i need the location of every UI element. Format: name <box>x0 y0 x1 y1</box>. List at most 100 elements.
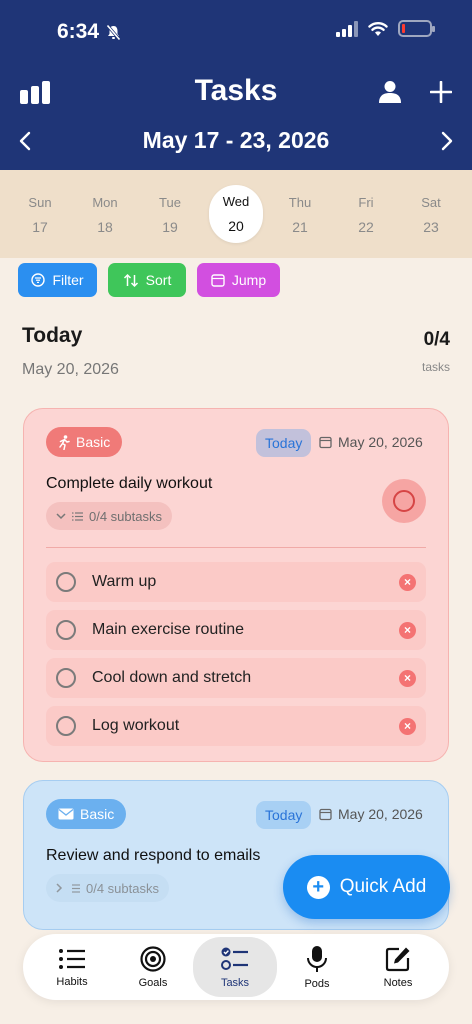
section-title: Today <box>22 324 83 347</box>
person-icon <box>379 81 401 103</box>
calendar-icon <box>319 808 332 820</box>
battery-icon <box>398 20 435 37</box>
tab-label: Pods <box>304 977 330 990</box>
tab-notes[interactable]: Notes <box>356 934 440 1000</box>
day-name: Tue <box>159 195 181 210</box>
subtask-row: Warm up × <box>46 562 426 602</box>
tab-label: Habits <box>56 975 88 988</box>
tab-label: Goals <box>138 976 168 989</box>
task-count-label: tasks <box>421 360 450 374</box>
chevron-right-icon <box>441 131 453 151</box>
today-badge: Today <box>256 429 312 457</box>
day-sat[interactable]: Sat 23 <box>404 186 458 242</box>
calendar-icon <box>319 436 332 448</box>
subtask-row: Cool down and stretch × <box>46 658 426 698</box>
sort-button[interactable]: Sort <box>108 263 186 297</box>
filter-label: Filter <box>52 272 84 288</box>
subtask-checkbox[interactable] <box>56 620 76 640</box>
subtask-label: Warm up <box>92 573 157 590</box>
quick-add-label: Quick Add <box>339 876 427 897</box>
running-person-icon <box>59 434 70 450</box>
status-time: 6:34 <box>57 20 122 44</box>
jump-button[interactable]: Jump <box>197 263 280 297</box>
chevron-down-icon <box>56 512 66 519</box>
subtask-row: Main exercise routine × <box>46 610 426 650</box>
category-badge: Basic <box>46 427 123 457</box>
due-date-text: May 20, 2026 <box>338 434 423 450</box>
tab-tasks[interactable]: Tasks <box>193 937 277 997</box>
delete-subtask-button[interactable]: × <box>399 670 416 687</box>
target-icon <box>140 945 166 972</box>
day-date: 17 <box>32 219 48 235</box>
task-title: Review and respond to emails <box>46 847 261 864</box>
day-thu[interactable]: Thu 21 <box>273 186 327 242</box>
subtask-label: Log workout <box>92 717 180 734</box>
subtask-label: Main exercise routine <box>92 621 245 638</box>
sort-arrows-icon <box>123 273 138 287</box>
delete-subtask-button[interactable]: × <box>399 622 416 639</box>
quick-add-button[interactable]: + Quick Add <box>283 855 450 919</box>
note-edit-icon <box>385 947 410 971</box>
tab-pods[interactable]: Pods <box>275 934 359 1000</box>
subtasks-toggle[interactable]: 0/4 subtasks <box>46 502 172 530</box>
status-time-text: 6:34 <box>57 20 100 43</box>
profile-button[interactable] <box>377 79 403 105</box>
delete-subtask-button[interactable]: × <box>399 718 416 735</box>
day-mon[interactable]: Mon 18 <box>78 186 132 242</box>
subtasks-summary: 0/4 subtasks <box>89 508 162 524</box>
day-fri[interactable]: Fri 22 <box>339 186 393 242</box>
due-date-text: May 20, 2026 <box>338 806 423 822</box>
calendar-icon <box>211 274 225 287</box>
task-count: 0/4 <box>423 329 450 350</box>
day-date: 18 <box>97 219 113 235</box>
week-day-strip: Sun 17 Mon 18 Tue 19 Wed 20 Thu 21 Fri 22 Sat 2… <box>0 170 472 258</box>
subtask-checkbox[interactable] <box>56 668 76 688</box>
due-date: May 20, 2026 <box>319 434 423 450</box>
today-badge: Today <box>256 801 312 829</box>
bottom-tab-bar: Habits Goals Tasks Pods Notes <box>23 934 449 1000</box>
tab-habits[interactable]: Habits <box>30 934 114 1000</box>
category-badge: Basic <box>46 799 127 829</box>
subtask-checkbox[interactable] <box>56 572 76 592</box>
list-icon <box>72 883 80 893</box>
day-name: Mon <box>92 195 118 210</box>
tab-goals[interactable]: Goals <box>111 934 195 1000</box>
checklist-icon <box>221 947 248 970</box>
day-wed-selected[interactable]: Wed 20 <box>209 185 263 243</box>
task-card[interactable]: Basic Today May 20, 2026 Complete daily … <box>23 408 449 762</box>
next-week-button[interactable] <box>438 130 456 152</box>
day-date: 22 <box>358 219 374 235</box>
day-name: Thu <box>288 195 312 210</box>
silent-bell-icon <box>106 24 121 40</box>
due-date: May 20, 2026 <box>319 806 423 822</box>
task-title: Complete daily workout <box>46 475 213 492</box>
day-date: 20 <box>228 218 244 234</box>
delete-subtask-button[interactable]: × <box>399 574 416 591</box>
subtask-checkbox[interactable] <box>56 716 76 736</box>
chevron-right-icon <box>56 883 63 893</box>
subtasks-toggle[interactable]: 0/4 subtasks <box>46 874 169 902</box>
complete-task-button[interactable] <box>382 479 426 523</box>
tab-label: Tasks <box>220 976 250 989</box>
filter-button[interactable]: Filter <box>18 263 97 297</box>
subtasks-summary: 0/4 subtasks <box>86 880 159 896</box>
microphone-icon <box>307 945 327 972</box>
cellular-signal-icon <box>336 20 358 37</box>
category-label: Basic <box>80 806 115 822</box>
category-label: Basic <box>76 434 111 450</box>
add-task-button[interactable] <box>429 80 453 104</box>
day-sun[interactable]: Sun 17 <box>13 186 67 242</box>
day-tue[interactable]: Tue 19 <box>143 186 197 242</box>
subtask-row: Log workout × <box>46 706 426 746</box>
section-date: May 20, 2026 <box>22 361 119 378</box>
filter-icon <box>31 273 46 287</box>
day-date: 19 <box>162 219 178 235</box>
plus-icon <box>430 81 452 103</box>
list-icon <box>59 948 85 969</box>
wifi-icon <box>368 21 388 36</box>
day-date: 21 <box>292 219 308 235</box>
checkbox-ring-icon <box>393 490 415 512</box>
week-range: May 17 - 23, 2026 <box>142 127 330 153</box>
today-label: Today <box>265 435 303 451</box>
day-name: Sat <box>421 195 441 210</box>
